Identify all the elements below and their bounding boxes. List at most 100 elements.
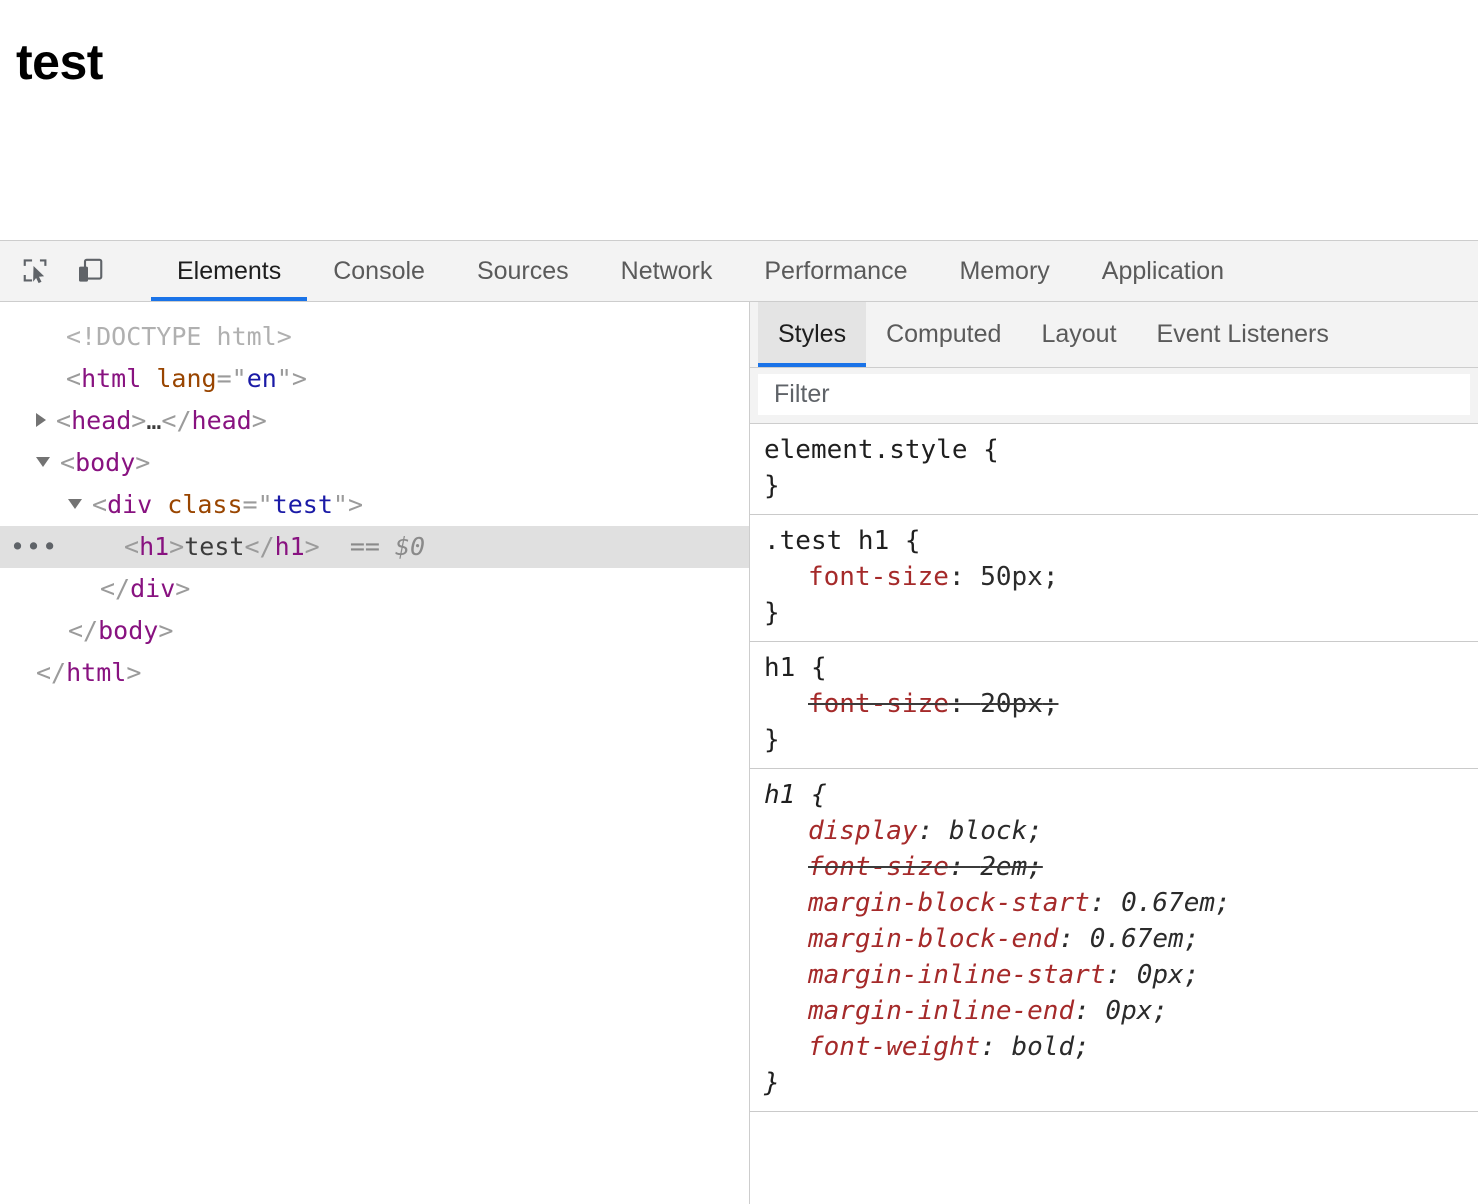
dom-tree-pane[interactable]: <!DOCTYPE html> <html lang="en"> <head>…… — [0, 302, 750, 1204]
tab-memory[interactable]: Memory — [933, 241, 1075, 301]
css-property-name[interactable]: margin-block-end — [808, 924, 1058, 954]
css-rule-h1-author[interactable]: h1 { font-size: 20px; } — [750, 642, 1478, 769]
devtools-panel: Elements Console Sources Network Perform… — [0, 240, 1478, 1204]
css-property-value[interactable]: 20px — [980, 689, 1043, 719]
css-property-value[interactable]: 2em — [980, 852, 1027, 882]
dom-row-body-close[interactable]: </body> — [0, 610, 749, 652]
angle-close: > — [292, 364, 307, 393]
angle-open-close: </ — [100, 574, 130, 603]
tab-computed[interactable]: Computed — [866, 302, 1021, 367]
css-property-name[interactable]: font-size — [808, 562, 949, 592]
dom-row-head[interactable]: <head>…</head> — [0, 400, 749, 442]
rule-selector[interactable]: h1 { — [750, 777, 1478, 813]
chevron-down-icon[interactable] — [68, 499, 82, 509]
chevron-right-icon[interactable] — [36, 413, 46, 427]
colon: : — [918, 816, 949, 846]
device-toolbar-icon[interactable] — [72, 253, 108, 289]
tab-elements[interactable]: Elements — [151, 241, 307, 301]
chevron-down-icon[interactable] — [36, 457, 50, 467]
tag-name-div: div — [107, 490, 152, 519]
semicolon: ; — [1184, 924, 1200, 954]
h1-text-node[interactable]: test — [184, 532, 244, 561]
css-property-value[interactable]: 50px — [980, 562, 1043, 592]
rule-selector[interactable]: h1 { — [750, 650, 1478, 686]
dom-row-html[interactable]: <html lang="en"> — [0, 358, 749, 400]
tag-name-h1: h1 — [139, 532, 169, 561]
css-property-value[interactable]: bold — [1012, 1032, 1075, 1062]
dom-row-div[interactable]: <div class="test"> — [0, 484, 749, 526]
tag-name-body: body — [75, 448, 135, 477]
close-tag-name-h1: h1 — [275, 532, 305, 561]
close-tag-name-html: html — [66, 658, 126, 687]
head-ellipsis: … — [146, 406, 161, 435]
inspect-element-icon[interactable] — [18, 253, 54, 289]
semicolon: ; — [1027, 852, 1043, 882]
css-property-value[interactable]: block — [949, 816, 1027, 846]
tab-network[interactable]: Network — [595, 241, 739, 301]
css-property-name[interactable]: margin-block-start — [808, 888, 1090, 918]
attr-value-class: test — [273, 490, 333, 519]
colon: : — [1074, 996, 1105, 1026]
angle-open-close: </ — [161, 406, 191, 435]
css-property-value[interactable]: 0px — [1137, 960, 1184, 990]
tab-layout[interactable]: Layout — [1021, 302, 1136, 367]
css-rule-test-h1[interactable]: .test h1 { font-size: 50px; } — [750, 515, 1478, 642]
tab-performance-label: Performance — [764, 257, 907, 286]
css-rule-h1-user-agent[interactable]: h1 { display: block; font-size: 2em; mar… — [750, 769, 1478, 1112]
colon: : — [949, 689, 980, 719]
tab-sources[interactable]: Sources — [451, 241, 595, 301]
tab-event-listeners[interactable]: Event Listeners — [1137, 302, 1349, 367]
dom-row-div-close[interactable]: </div> — [0, 568, 749, 610]
styles-filter-input[interactable] — [758, 374, 1470, 415]
tab-styles-label: Styles — [778, 320, 846, 349]
rule-selector[interactable]: .test h1 { — [750, 523, 1478, 559]
css-property-name[interactable]: font-size — [808, 852, 949, 882]
tab-styles[interactable]: Styles — [758, 302, 866, 367]
tab-network-label: Network — [621, 257, 713, 286]
styles-sidebar: Styles Computed Layout Event Listeners e… — [750, 302, 1478, 1204]
dom-row-doctype[interactable]: <!DOCTYPE html> — [0, 316, 749, 358]
css-declaration[interactable]: margin-block-start: 0.67em; — [750, 885, 1478, 921]
rule-closer: } — [750, 1065, 1478, 1101]
panel-tab-strip: Elements Console Sources Network Perform… — [151, 241, 1478, 301]
css-declaration-overridden[interactable]: font-size: 20px; — [750, 686, 1478, 722]
dom-row-body[interactable]: <body> — [0, 442, 749, 484]
tab-console-label: Console — [333, 257, 425, 286]
rule-selector[interactable]: element.style { — [750, 432, 1478, 468]
css-declaration[interactable]: font-size: 50px; — [750, 559, 1478, 595]
css-declaration[interactable]: margin-inline-start: 0px; — [750, 957, 1478, 993]
dom-row-html-close[interactable]: </html> — [0, 652, 749, 694]
angle-open: < — [56, 406, 71, 435]
devtools-toolbar: Elements Console Sources Network Perform… — [0, 241, 1478, 302]
more-options-icon[interactable]: ••• — [10, 526, 58, 568]
angle-close: > — [135, 448, 150, 477]
css-property-value[interactable]: 0.67em — [1121, 888, 1215, 918]
tab-sources-label: Sources — [477, 257, 569, 286]
colon: : — [1105, 960, 1136, 990]
tab-application[interactable]: Application — [1076, 241, 1250, 301]
css-property-value[interactable]: 0.67em — [1090, 924, 1184, 954]
css-declaration[interactable]: margin-inline-end: 0px; — [750, 993, 1478, 1029]
semicolon: ; — [1043, 562, 1059, 592]
tab-console[interactable]: Console — [307, 241, 451, 301]
css-property-name[interactable]: margin-inline-end — [808, 996, 1074, 1026]
css-declaration[interactable]: font-weight: bold; — [750, 1029, 1478, 1065]
css-declaration[interactable]: margin-block-end: 0.67em; — [750, 921, 1478, 957]
rule-closer: } — [750, 595, 1478, 631]
rule-closer: } — [750, 722, 1478, 758]
css-property-name[interactable]: display — [808, 816, 918, 846]
css-property-name[interactable]: font-size — [808, 689, 949, 719]
console-ref-marker: == $0 — [350, 532, 425, 561]
styles-tab-strip: Styles Computed Layout Event Listeners — [750, 302, 1478, 368]
colon: : — [980, 1032, 1011, 1062]
css-property-name[interactable]: font-weight — [808, 1032, 980, 1062]
css-rule-element-style[interactable]: element.style { } — [750, 424, 1478, 515]
dom-row-h1-selected[interactable]: •••<h1>test</h1> == $0 — [0, 526, 749, 568]
css-property-value[interactable]: 0px — [1105, 996, 1152, 1026]
tab-performance[interactable]: Performance — [738, 241, 933, 301]
css-declaration-overridden[interactable]: font-size: 2em; — [750, 849, 1478, 885]
semicolon: ; — [1027, 816, 1043, 846]
css-property-name[interactable]: margin-inline-start — [808, 960, 1105, 990]
css-declaration[interactable]: display: block; — [750, 813, 1478, 849]
angle-open: < — [60, 448, 75, 477]
